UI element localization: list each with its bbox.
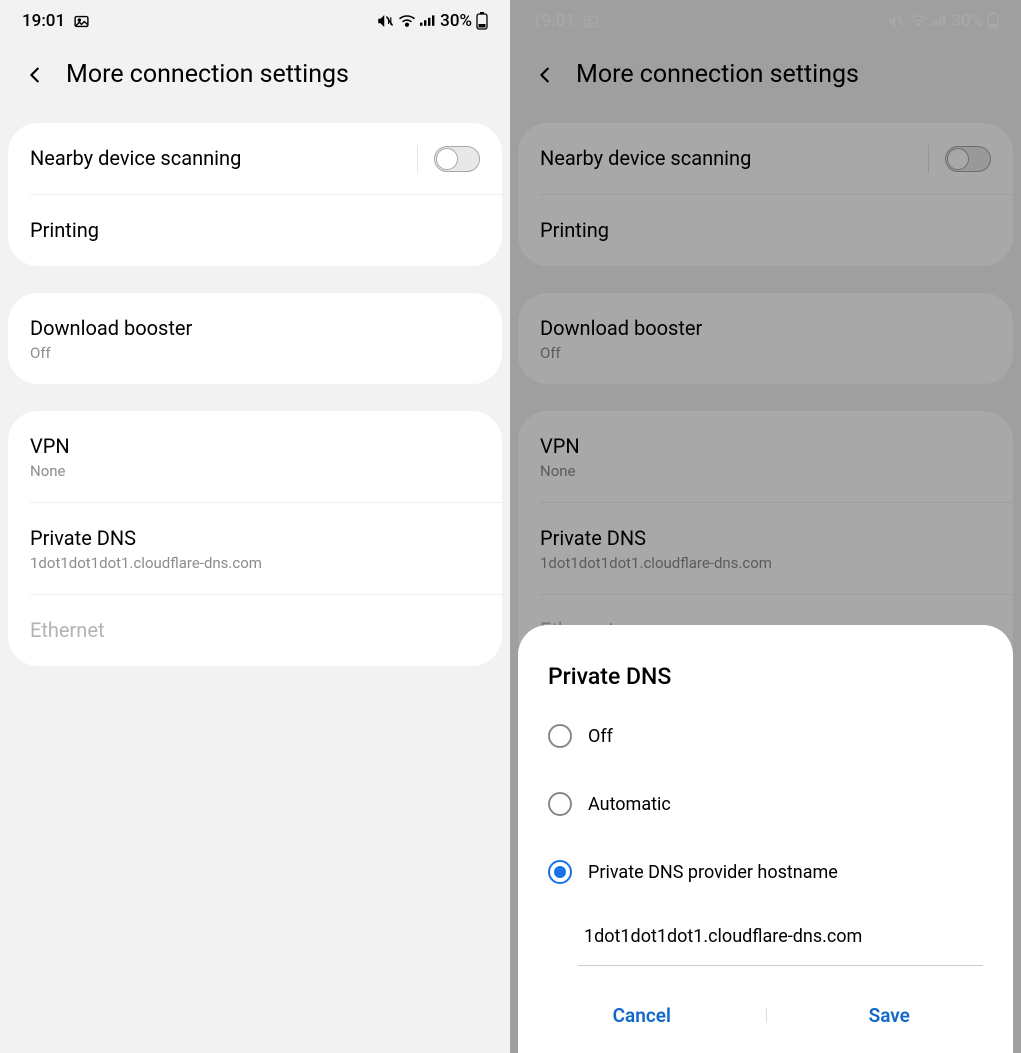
radio-option-off[interactable]: Off xyxy=(518,702,1013,770)
row-subtitle: None xyxy=(30,462,480,480)
radio-auto-label: Automatic xyxy=(588,794,671,815)
row-title: Download booster xyxy=(30,315,480,342)
row-title: Private DNS xyxy=(30,525,458,552)
cancel-button[interactable]: Cancel xyxy=(518,1004,766,1027)
dialog-actions: Cancel Save xyxy=(518,986,1013,1053)
row-title: Printing xyxy=(540,217,969,244)
status-bar: 19:01 30% xyxy=(0,0,510,42)
card-1: Nearby device scanning Printing xyxy=(8,123,502,266)
row-ethernet: Ethernet xyxy=(30,594,502,666)
row-nearby-scanning[interactable]: Nearby device scanning xyxy=(518,123,1013,194)
divider xyxy=(928,145,929,173)
card-2: Download booster Off xyxy=(8,293,502,384)
row-nearby-scanning[interactable]: Nearby device scanning xyxy=(8,123,502,194)
battery-percent: 30% xyxy=(440,11,472,31)
signal-icon xyxy=(420,14,436,28)
row-title: Nearby device scanning xyxy=(540,145,991,172)
page-header: More connection settings xyxy=(510,42,1021,123)
battery-icon xyxy=(987,12,999,30)
status-time: 19:01 xyxy=(22,11,65,31)
phone-left: 19:01 30% More connection settings xyxy=(0,0,510,1053)
card-2: Download booster Off xyxy=(518,293,1013,384)
row-subtitle: None xyxy=(540,462,991,480)
row-title: VPN xyxy=(30,433,480,460)
card-3: VPN None Private DNS 1dot1dot1dot1.cloud… xyxy=(8,411,502,666)
battery-percent: 30% xyxy=(951,11,983,31)
radio-hostname-icon[interactable] xyxy=(548,860,572,884)
row-title: Nearby device scanning xyxy=(30,145,480,172)
row-subtitle: Off xyxy=(30,344,480,362)
mute-vibrate-icon xyxy=(887,13,905,29)
battery-icon xyxy=(476,12,488,30)
radio-off-label: Off xyxy=(588,726,613,747)
private-dns-dialog: Private DNS Off Automatic Private DNS pr… xyxy=(518,625,1013,1053)
back-icon[interactable] xyxy=(24,64,46,86)
save-button[interactable]: Save xyxy=(766,1004,1014,1027)
row-title: VPN xyxy=(540,433,991,460)
back-icon[interactable] xyxy=(534,64,556,86)
row-download-booster[interactable]: Download booster Off xyxy=(8,293,502,384)
row-vpn[interactable]: VPN None xyxy=(8,411,502,502)
mute-vibrate-icon xyxy=(376,13,394,29)
card-1: Nearby device scanning Printing xyxy=(518,123,1013,266)
row-title: Printing xyxy=(30,217,458,244)
row-private-dns[interactable]: Private DNS 1dot1dot1dot1.cloudflare-dns… xyxy=(30,502,502,594)
radio-option-hostname[interactable]: Private DNS provider hostname xyxy=(518,838,1013,906)
divider xyxy=(417,145,418,173)
row-title: Private DNS xyxy=(540,525,969,552)
picture-icon xyxy=(583,13,600,30)
radio-off-icon[interactable] xyxy=(548,724,572,748)
row-printing[interactable]: Printing xyxy=(30,194,502,266)
wifi-icon xyxy=(398,14,416,28)
row-subtitle: 1dot1dot1dot1.cloudflare-dns.com xyxy=(540,554,969,572)
nearby-scanning-toggle[interactable] xyxy=(945,146,991,172)
row-download-booster[interactable]: Download booster Off xyxy=(518,293,1013,384)
signal-icon xyxy=(931,14,947,28)
row-vpn[interactable]: VPN None xyxy=(518,411,1013,502)
status-time: 19:01 xyxy=(532,11,575,31)
page-header: More connection settings xyxy=(0,42,510,123)
nearby-scanning-toggle[interactable] xyxy=(434,146,480,172)
row-private-dns[interactable]: Private DNS 1dot1dot1dot1.cloudflare-dns… xyxy=(540,502,1013,594)
page-title: More connection settings xyxy=(576,60,859,89)
row-subtitle: Off xyxy=(540,344,991,362)
toggle-wrap xyxy=(928,145,991,173)
picture-icon xyxy=(73,13,90,30)
radio-auto-icon[interactable] xyxy=(548,792,572,816)
toggle-wrap xyxy=(417,145,480,173)
wifi-icon xyxy=(909,14,927,28)
radio-option-automatic[interactable]: Automatic xyxy=(518,770,1013,838)
status-bar: 19:01 30% xyxy=(510,0,1021,42)
row-title: Ethernet xyxy=(30,617,458,644)
radio-hostname-label: Private DNS provider hostname xyxy=(588,862,838,883)
row-printing[interactable]: Printing xyxy=(540,194,1013,266)
row-subtitle: 1dot1dot1dot1.cloudflare-dns.com xyxy=(30,554,458,572)
dialog-title: Private DNS xyxy=(518,663,1013,702)
hostname-input[interactable]: 1dot1dot1dot1.cloudflare-dns.com xyxy=(578,916,983,966)
phone-right: 19:01 30% More connecti xyxy=(510,0,1021,1053)
page-title: More connection settings xyxy=(66,60,349,89)
row-title: Download booster xyxy=(540,315,991,342)
